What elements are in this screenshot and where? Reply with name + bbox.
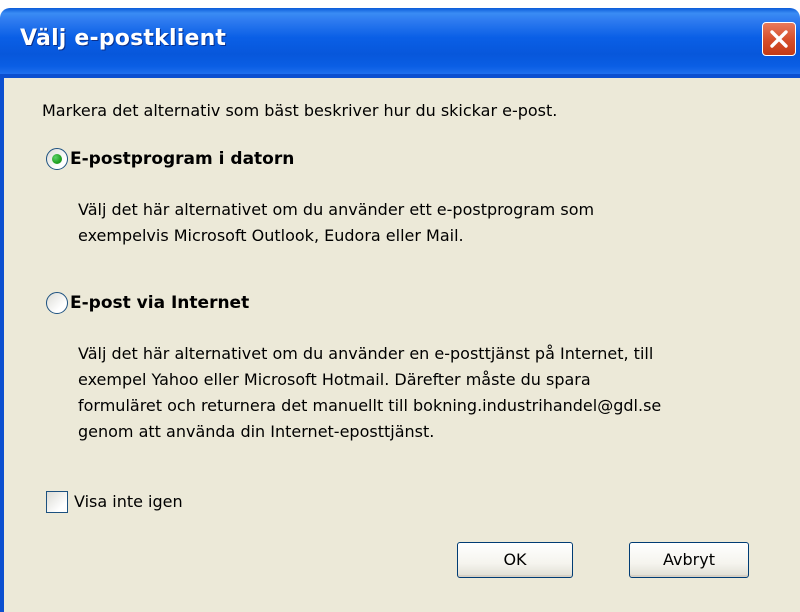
option-email-program-label[interactable]: E-postprogram i datorn [70, 148, 294, 170]
radio-email-program[interactable] [46, 148, 68, 170]
radio-selected-dot [52, 154, 62, 164]
dialog-body: Markera det alternativ som bäst beskrive… [4, 78, 800, 612]
radio-circle [46, 292, 68, 314]
option-email-internet-description-line-4: genom att använda din Internet-eposttjän… [78, 422, 435, 441]
dont-show-again-label[interactable]: Visa inte igen [74, 491, 183, 513]
email-client-dialog: Välj e-postklient Markera det alternativ… [0, 0, 800, 612]
dont-show-again-checkbox[interactable] [46, 491, 68, 513]
option-email-program-description-line-1: Välj det här alternativet om du använder… [78, 200, 595, 219]
option-email-internet-label[interactable]: E-post via Internet [70, 292, 249, 314]
title-bar[interactable]: Välj e-postklient [0, 0, 800, 88]
cancel-button[interactable]: Avbryt [629, 542, 749, 578]
radio-email-internet[interactable] [46, 292, 68, 314]
option-email-program-description-line-2: exempelvis Microsoft Outlook, Eudora ell… [78, 226, 464, 245]
option-email-internet-description-line-3: formuläret och returnera det manuellt ti… [78, 396, 662, 415]
close-button[interactable] [762, 22, 796, 56]
ok-button[interactable]: OK [457, 542, 573, 578]
instruction-text: Markera det alternativ som bäst beskrive… [42, 101, 558, 120]
close-icon [770, 30, 788, 48]
window-title: Välj e-postklient [20, 26, 227, 51]
option-email-internet-description-line-1: Välj det här alternativet om du använder… [78, 344, 654, 363]
option-email-internet-description-line-2: exempel Yahoo eller Microsoft Hotmail. D… [78, 370, 591, 389]
